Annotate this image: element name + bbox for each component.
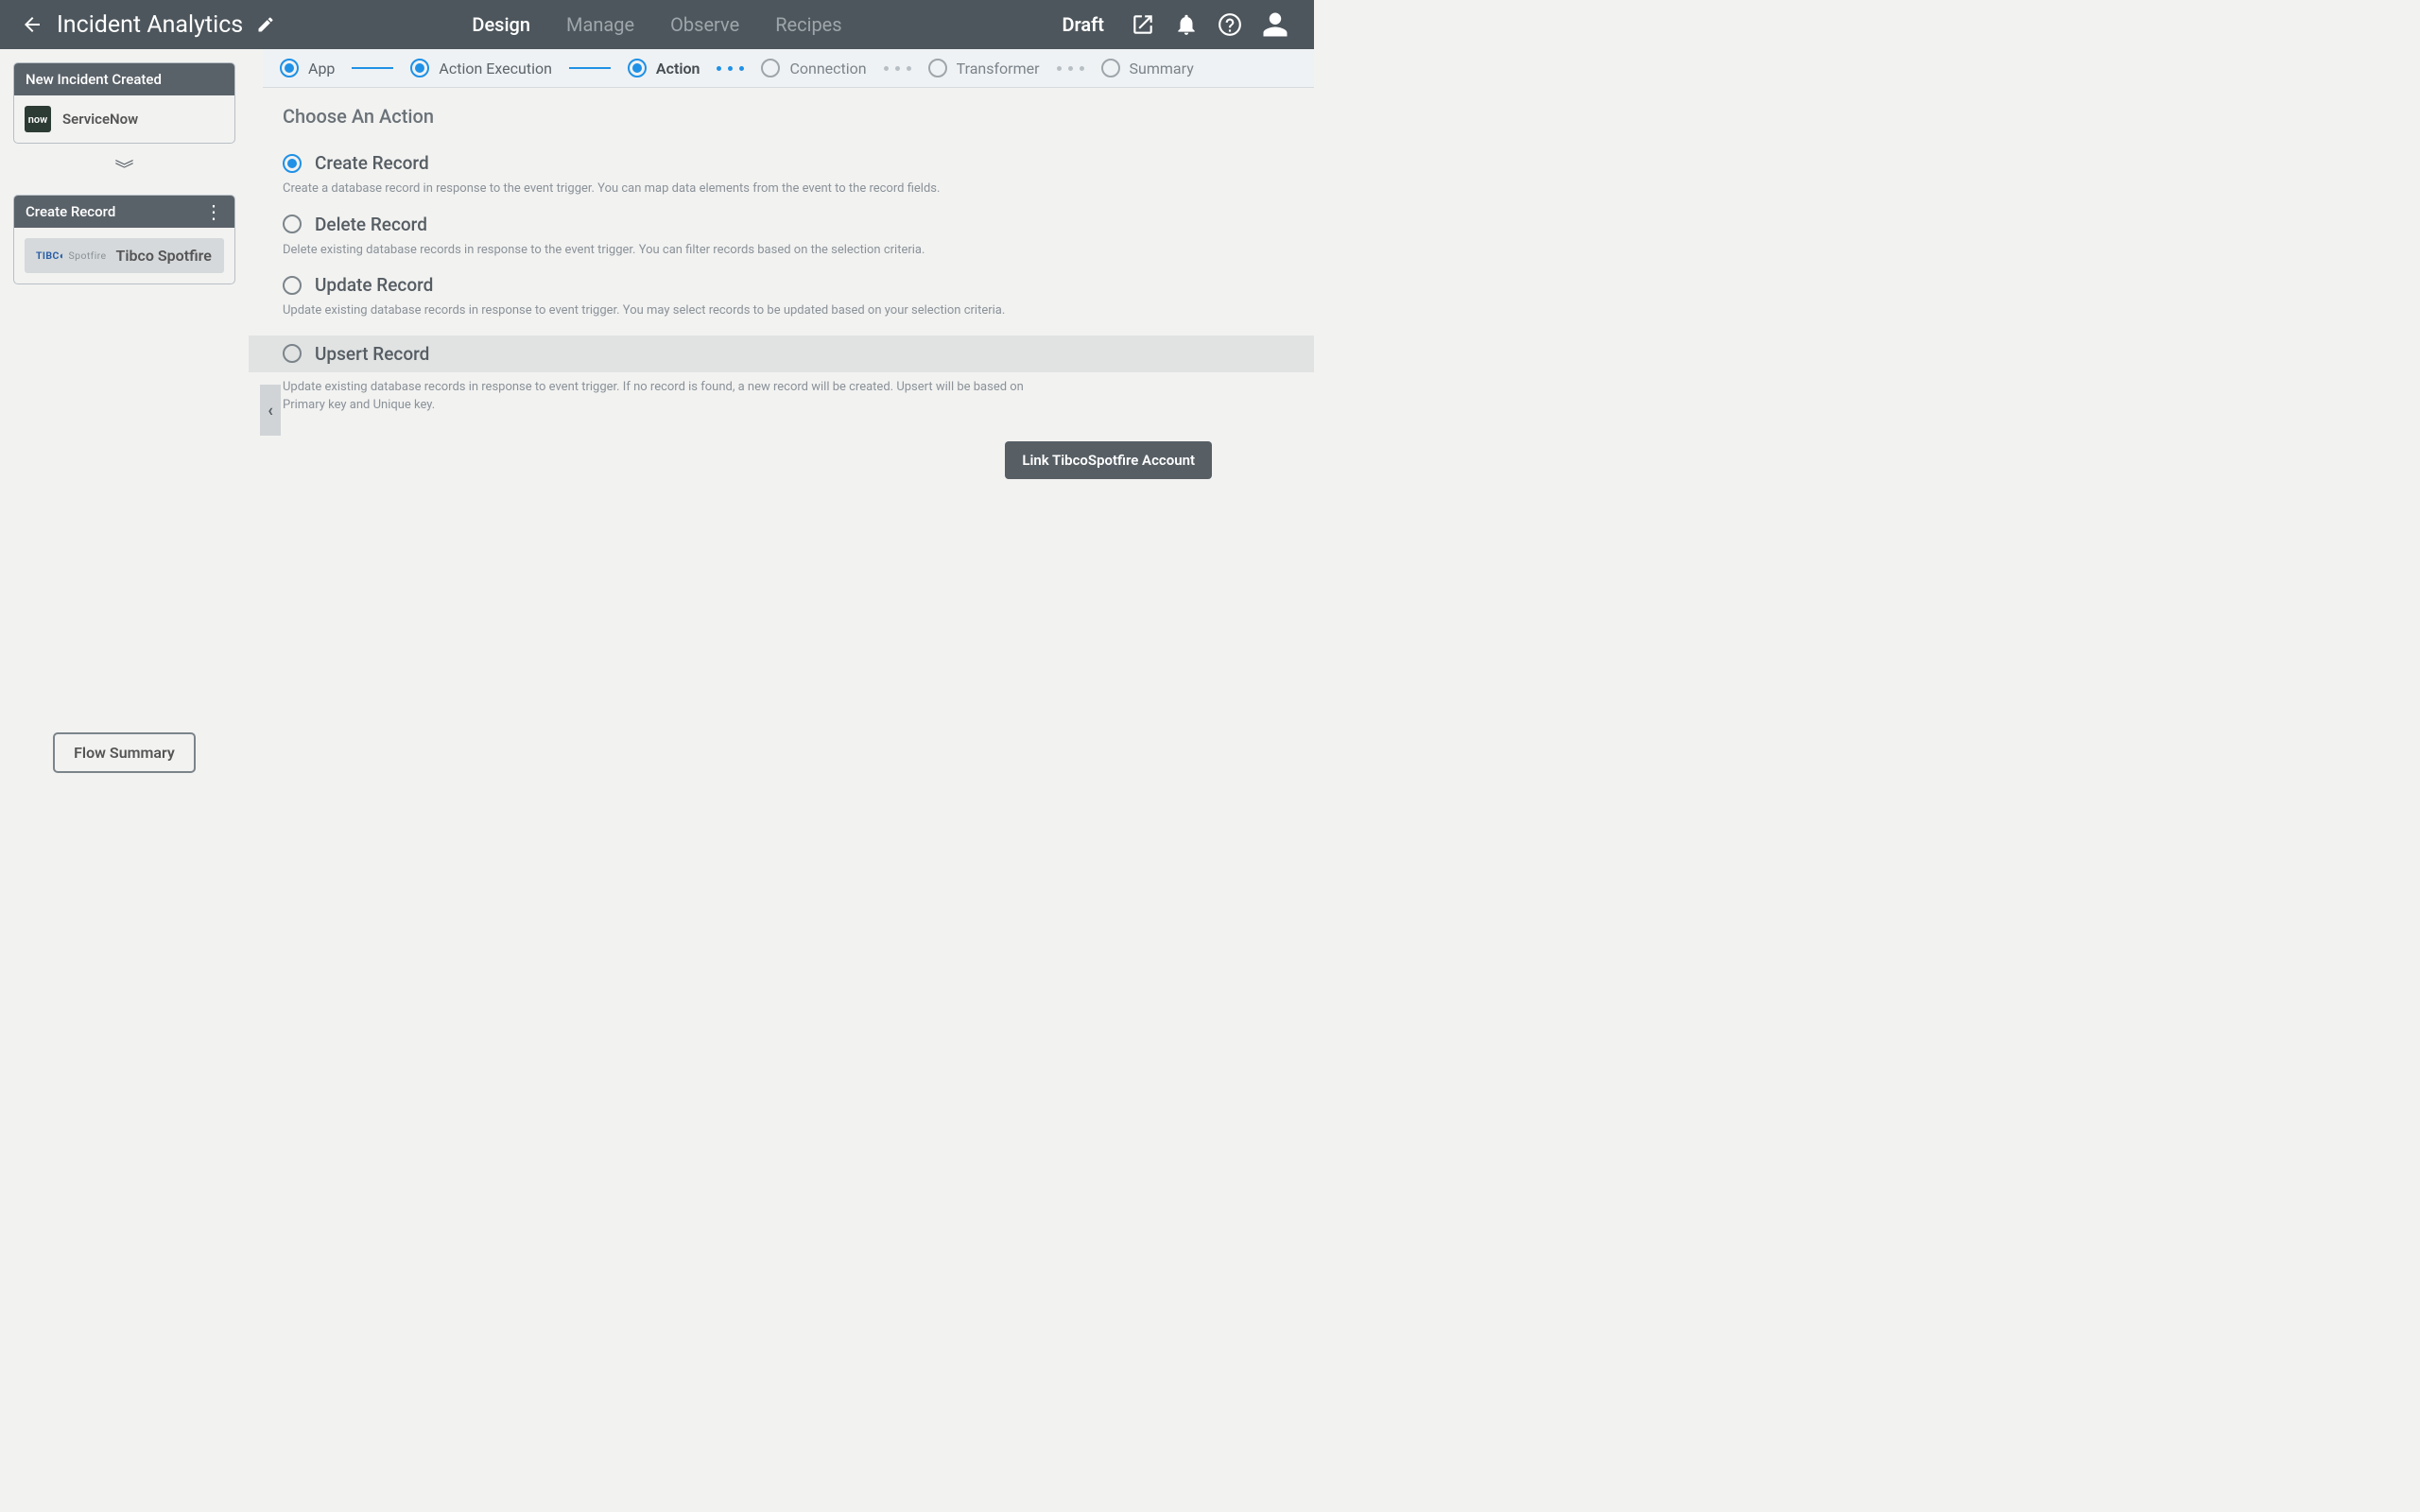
- trigger-node-header: New Incident Created: [14, 63, 234, 95]
- action-delete-record[interactable]: Delete Record Delete existing database r…: [283, 208, 1288, 269]
- action-app-chip[interactable]: TIBC◐ Spotfire Tibco Spotfire: [25, 238, 224, 273]
- crumb-radio-exec: [410, 59, 429, 77]
- step-breadcrumb: App Action Execution Action Connection T…: [263, 49, 1314, 88]
- app-header: Incident Analytics Design Manage Observe…: [0, 0, 1314, 49]
- trigger-node[interactable]: New Incident Created now ServiceNow: [13, 62, 235, 144]
- tibco-icon: TIBC◐ Spotfire: [36, 249, 107, 262]
- crumb-radio-connection: [761, 59, 780, 77]
- action-node-title: Create Record: [26, 203, 115, 220]
- action-content: Choose An Action Create Record Create a …: [249, 88, 1314, 820]
- trigger-node-title: New Incident Created: [26, 71, 162, 88]
- action-list: Create Record Create a database record i…: [283, 146, 1288, 424]
- action-update-record[interactable]: Update Record Update existing database r…: [283, 268, 1288, 330]
- kebab-menu-icon[interactable]: ⋮: [204, 208, 223, 215]
- crumb-connection[interactable]: Connection: [761, 59, 866, 77]
- crumb-radio-transformer: [928, 59, 947, 77]
- user-icon[interactable]: [1261, 10, 1289, 39]
- crumb-action[interactable]: Action: [628, 59, 700, 77]
- tab-observe[interactable]: Observe: [670, 0, 739, 49]
- status-badge: Draft: [1063, 13, 1104, 36]
- crumb-radio-summary: [1101, 59, 1120, 77]
- help-icon[interactable]: [1218, 12, 1242, 37]
- crumb-transformer[interactable]: Transformer: [928, 59, 1040, 77]
- action-upsert-record[interactable]: Upsert Record Update existing database r…: [283, 330, 1288, 424]
- radio-update-record[interactable]: [283, 276, 302, 295]
- crumb-radio-action: [628, 59, 647, 77]
- trigger-app-label: ServiceNow: [62, 111, 138, 128]
- open-external-icon[interactable]: [1131, 12, 1155, 37]
- tab-manage[interactable]: Manage: [566, 0, 634, 49]
- crumb-radio-app: [280, 59, 299, 77]
- tab-design[interactable]: Design: [472, 0, 530, 49]
- action-app-label: Tibco Spotfire: [116, 247, 212, 265]
- crumb-app[interactable]: App: [280, 59, 335, 77]
- flow-connector: ︾: [13, 144, 235, 195]
- servicenow-icon: now: [25, 106, 51, 132]
- radio-upsert-record[interactable]: [283, 344, 302, 363]
- crumb-summary[interactable]: Summary: [1101, 59, 1194, 77]
- link-account-button[interactable]: Link TibcoSpotfire Account: [1005, 441, 1212, 479]
- action-node[interactable]: Create Record ⋮ TIBC◐ Spotfire Tibco Spo…: [13, 195, 235, 284]
- crumb-action-execution[interactable]: Action Execution: [410, 59, 552, 77]
- bell-icon[interactable]: [1174, 12, 1199, 37]
- flow-summary-button[interactable]: Flow Summary: [53, 732, 196, 773]
- main-panel: App Action Execution Action Connection T…: [249, 49, 1314, 820]
- page-title: Incident Analytics: [57, 11, 243, 39]
- double-chevron-down-icon: ︾: [115, 164, 134, 174]
- radio-create-record[interactable]: [283, 154, 302, 173]
- action-create-record[interactable]: Create Record Create a database record i…: [283, 146, 1288, 208]
- flow-sidebar: New Incident Created now ServiceNow ︾ Cr…: [0, 49, 249, 820]
- trigger-app-chip[interactable]: now ServiceNow: [25, 106, 224, 132]
- tab-recipes[interactable]: Recipes: [775, 0, 841, 49]
- header-left: Incident Analytics: [0, 11, 275, 39]
- edit-icon[interactable]: [256, 15, 275, 34]
- section-title: Choose An Action: [283, 105, 1288, 128]
- action-node-header: Create Record ⋮: [14, 196, 234, 228]
- header-right: Draft: [1063, 10, 1314, 39]
- radio-delete-record[interactable]: [283, 215, 302, 233]
- back-arrow-icon[interactable]: [21, 13, 43, 36]
- header-tabs: Design Manage Observe Recipes: [472, 0, 841, 49]
